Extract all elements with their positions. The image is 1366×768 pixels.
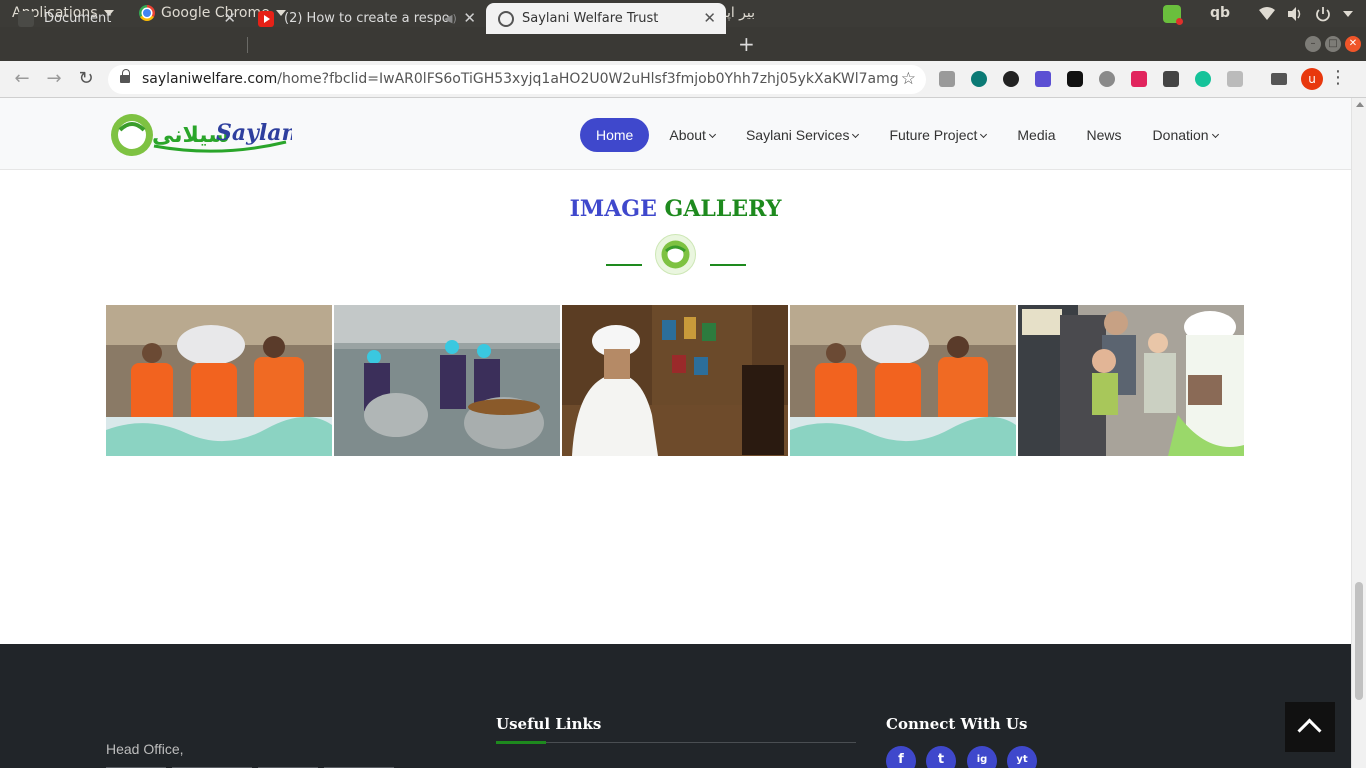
url-host: saylaniwelfare.com [142,71,278,87]
useful-links-heading: Useful Links [496,715,602,733]
tab-title: Document [44,11,112,26]
instagram-icon[interactable]: ig [967,746,997,768]
close-icon[interactable]: ✕ [463,3,476,34]
update-check-icon[interactable] [1163,5,1183,25]
tab-youtube[interactable]: (2) How to create a respo ◀) ✕ [240,3,486,34]
bookmark-star-icon[interactable]: ☆ [901,65,916,94]
window-close-button[interactable]: ✕ [1345,36,1361,52]
site-header: سیلانی Saylani Home About Saylani Servic… [0,98,1351,170]
tab-saylani[interactable]: Saylani Welfare Trust ✕ [486,3,726,34]
forward-button[interactable]: → [42,67,66,91]
nav-home[interactable]: Home [580,118,650,152]
gallery-image-volunteers[interactable] [106,305,332,456]
qbittorrent-tray[interactable]: qb [1210,0,1230,27]
main-nav: Home About Saylani Services Future Proje… [580,118,1249,152]
tab-title: Saylani Welfare Trust [522,11,659,26]
extension-scissors-icon[interactable] [1035,71,1051,87]
wifi-icon[interactable] [1258,5,1276,23]
document-favicon-icon [18,11,34,27]
heading-divider-left [606,264,642,266]
saylani-logo[interactable]: سیلانی Saylani [110,112,306,158]
tab-document[interactable]: Document ✕ [0,3,246,34]
nav-label: Home [596,127,634,143]
site-footer: Head Office, Useful Links Connect With U… [0,644,1351,768]
minimize-button[interactable]: – [1305,36,1321,52]
useful-links-rule-accent [496,741,546,744]
gallery-heading-part1: IMAGE [569,196,657,222]
gallery-heading: IMAGE GALLERY [0,196,1351,222]
chevron-down-icon[interactable] [1343,11,1353,17]
nav-about[interactable]: About [669,118,716,152]
nav-label: About [669,127,706,143]
nav-label: Future Project [889,127,978,143]
extension-pocket-icon[interactable] [1131,71,1147,87]
tab-title: (2) How to create a respo [284,11,450,26]
new-tab-button[interactable]: + [738,31,755,57]
power-icon[interactable] [1314,5,1332,23]
back-to-top-button[interactable] [1285,702,1335,752]
head-office-label: Head Office, [106,741,184,757]
scrollbar-thumb[interactable] [1355,582,1363,700]
saylani-emblem-icon [655,234,696,275]
chevron-down-icon [980,130,988,139]
close-icon[interactable]: ✕ [703,3,716,34]
youtube-icon [258,11,274,27]
nav-future-project[interactable]: Future Project [889,118,988,152]
address-bar[interactable]: saylaniwelfare.com/home?fbclid=IwAR0lFS6… [108,65,926,94]
nav-saylani-services[interactable]: Saylani Services [745,118,860,152]
media-controls-icon[interactable] [1271,73,1287,85]
youtube-social-icon[interactable]: yt [1007,746,1037,768]
nav-media[interactable]: Media [1017,118,1055,152]
extension-vpn-icon[interactable] [1003,71,1019,87]
url-path: /home?fbclid=IwAR0lFS6oTiGH53xyjq1aHO2U0… [277,71,899,87]
page-scrollbar[interactable] [1351,98,1366,768]
extension-download-icon[interactable] [1099,71,1115,87]
extension-save-icon[interactable] [1163,71,1179,87]
extension-cube-icon[interactable] [939,71,955,87]
close-icon[interactable]: ✕ [223,3,236,34]
gallery-image-office[interactable] [562,305,788,456]
chevron-down-icon [852,130,860,139]
profile-avatar[interactable]: u [1301,68,1323,90]
lock-icon[interactable] [120,69,130,84]
nav-label: Media [1017,127,1056,143]
nav-label: Saylani Services [745,127,850,143]
nav-label: News [1086,127,1122,143]
twitter-icon[interactable]: t [926,746,956,768]
nav-news[interactable]: News [1087,118,1122,152]
volume-icon[interactable] [1286,5,1304,23]
heading-divider-right [710,264,746,266]
extension-hand-icon[interactable] [1227,71,1243,87]
chevron-down-icon [708,130,716,139]
nav-donation[interactable]: Donation [1152,118,1219,152]
maximize-button[interactable]: □ [1325,36,1341,52]
facebook-icon[interactable]: f [886,746,916,768]
speaker-icon[interactable]: ◀) [444,3,457,34]
extension-gnome-icon[interactable] [1067,71,1083,87]
useful-links-rule [496,742,856,743]
more-menu-icon[interactable]: ⋮ [1329,66,1347,90]
reload-button[interactable]: ↻ [74,67,98,91]
scroll-up-icon[interactable] [1356,102,1364,107]
url-text[interactable]: saylaniwelfare.com/home?fbclid=IwAR0lFS6… [142,65,899,94]
tab-separator [247,37,248,53]
image-gallery [106,305,1244,456]
connect-heading: Connect With Us [886,715,1028,733]
back-button[interactable]: ← [10,67,34,91]
gallery-image-kitchen[interactable] [334,305,560,456]
gallery-image-children[interactable] [1018,305,1244,456]
extension-c-icon[interactable] [971,71,987,87]
browser-toolbar: ← → ↻ saylaniwelfare.com/home?fbclid=IwA… [0,61,1366,98]
gallery-image-volunteers-2[interactable] [790,305,1016,456]
page-viewport: سیلانی Saylani Home About Saylani Servic… [0,98,1351,768]
extension-grammarly-icon[interactable] [1195,71,1211,87]
globe-icon [498,11,514,27]
gallery-heading-part2: GALLERY [664,196,782,222]
chevron-down-icon [1211,130,1219,139]
head-office-address-cutoff [106,762,396,768]
nav-label: Donation [1152,127,1209,143]
